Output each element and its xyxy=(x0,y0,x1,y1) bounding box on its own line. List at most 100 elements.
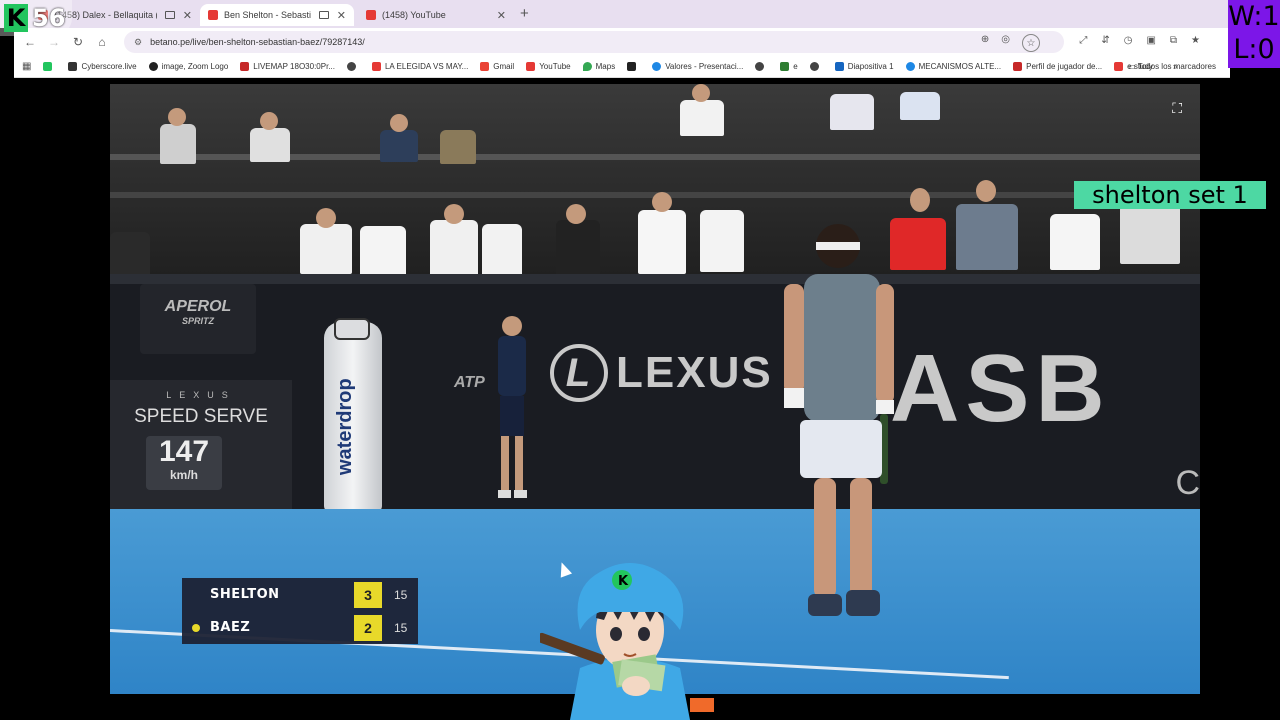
speed-label: SPEED SERVE xyxy=(134,406,268,427)
speed-readout: 147 km/h xyxy=(146,436,222,490)
spectator xyxy=(700,210,744,272)
bookmarks-bar: ▦ Cyberscore.live image, Zoom Logo LIVEM… xyxy=(14,56,1230,78)
sponsor-mark: C xyxy=(1175,464,1200,502)
spectator xyxy=(956,204,1018,270)
games-score: 2 xyxy=(354,614,382,641)
spectator xyxy=(380,130,418,162)
spectator xyxy=(250,128,290,162)
spectator xyxy=(900,92,940,120)
extensions-puzzle-icon[interactable]: ⧉ xyxy=(1170,35,1177,46)
close-tab-icon[interactable]: ✕ xyxy=(337,9,346,22)
bookmark-item[interactable]: MECANISMOS ALTE... xyxy=(905,62,1001,71)
spectator xyxy=(556,220,600,276)
spectator-head xyxy=(976,180,996,202)
bookmark-item[interactable]: LIVEMAP 18O30:0Pr... xyxy=(240,62,335,71)
serve-indicator xyxy=(192,591,200,599)
bookmark-gmail[interactable]: Gmail xyxy=(480,62,514,71)
bookmark-item[interactable]: image, Zoom Logo xyxy=(148,62,228,71)
ball-kid xyxy=(498,316,527,498)
betano-icon xyxy=(208,10,218,20)
player-name: BAEZ xyxy=(210,620,251,635)
scoreboard-row-shelton: SHELTON 3 15 xyxy=(182,578,418,611)
spectator-head xyxy=(910,188,930,212)
spectator xyxy=(638,210,686,274)
scoreboard: SHELTON 3 15 BAEZ 2 15 xyxy=(182,578,418,644)
bookmark-item[interactable] xyxy=(755,62,768,71)
tracking-off-icon[interactable]: ◎ xyxy=(1001,34,1010,52)
close-tab-icon[interactable]: ✕ xyxy=(183,9,192,22)
media-icon[interactable] xyxy=(164,11,175,19)
extension-icon[interactable]: ▣ xyxy=(1146,35,1155,46)
picture-in-picture-icon[interactable]: ⛶ xyxy=(1172,100,1182,117)
spectator-head xyxy=(444,204,464,224)
streamer-mascot: K xyxy=(540,563,714,720)
wins-count: W:1 xyxy=(1228,1,1280,32)
spectator xyxy=(430,220,478,276)
extension-icon[interactable]: ⤢ xyxy=(1079,35,1087,46)
bookmark-item[interactable] xyxy=(809,62,823,71)
bookmark-extension[interactable] xyxy=(43,62,56,71)
tab-youtube[interactable]: (1458) YouTube ✕ xyxy=(358,4,514,26)
bookmark-item[interactable]: Diapositiva 1 xyxy=(834,62,894,71)
lexus-emblem: L xyxy=(550,344,608,402)
bookmark-item[interactable] xyxy=(627,62,640,71)
url-text: betano.pe/live/ben-shelton-sebastian-bae… xyxy=(150,37,365,47)
bottle-text: waterdrop xyxy=(334,378,356,476)
browser-toolbar: ← → ↻ ⌂ ⚙ betano.pe/live/ben-shelton-seb… xyxy=(14,28,1230,56)
apps-icon[interactable]: ▦ xyxy=(22,61,31,72)
forward-icon[interactable]: → xyxy=(42,35,66,49)
tab-title: (1458) YouTube xyxy=(382,10,446,20)
tab-strip: (1458) Dalex - Bellaquita (R ✕ Ben Shelt… xyxy=(0,0,1280,28)
zoom-icon[interactable]: ⊕ xyxy=(981,34,989,52)
reload-icon[interactable]: ↻ xyxy=(66,35,90,49)
tennis-player xyxy=(784,224,894,616)
tab-betano[interactable]: Ben Shelton - Sebastian Bae ✕ xyxy=(200,4,354,26)
points-score: 15 xyxy=(394,620,408,635)
home-icon[interactable]: ⌂ xyxy=(90,35,114,49)
back-icon[interactable]: ← xyxy=(18,35,42,49)
extension-icon[interactable]: ◷ xyxy=(1124,35,1133,46)
new-tab-button[interactable]: + xyxy=(520,5,529,22)
bet-label: shelton set 1 xyxy=(1074,181,1266,209)
bookmarks-icon[interactable]: ★ xyxy=(1191,35,1200,46)
media-icon[interactable] xyxy=(318,11,329,19)
spectator xyxy=(160,124,196,164)
bookmark-item[interactable]: Cyberscore.live xyxy=(68,62,137,71)
all-bookmarks-folder[interactable]: ▭ Todos los marcadores xyxy=(1128,62,1216,71)
bookmark-item[interactable]: Valores - Presentaci... xyxy=(652,62,743,71)
scoreboard-row-baez: BAEZ 2 15 xyxy=(182,611,418,644)
atp-logo: ATP xyxy=(454,374,485,391)
bookmark-item[interactable]: Perfil de jugador de... xyxy=(1013,62,1102,71)
bookmark-item[interactable]: e xyxy=(780,62,798,71)
spectator xyxy=(830,94,874,130)
site-info-icon[interactable]: ⚙ xyxy=(134,37,142,48)
speed-serve-board: LEXUS SPEED SERVE 147 km/h xyxy=(110,380,292,514)
bookmark-youtube[interactable]: YouTube xyxy=(526,62,571,71)
extension-icon[interactable]: ⇵ xyxy=(1101,35,1109,46)
games-score: 3 xyxy=(354,581,382,608)
kick-counter-badge: K 56 xyxy=(0,0,72,36)
waterdrop-bottle: waterdrop xyxy=(324,318,382,512)
losses-count: L:0 xyxy=(1233,34,1275,65)
spectator-head xyxy=(566,204,586,224)
crowd-stands xyxy=(110,84,1200,284)
bottle-cap xyxy=(334,318,370,340)
serve-indicator xyxy=(192,623,200,632)
bookmark-item[interactable]: LA ELEGIDA VS MAY... xyxy=(371,62,468,71)
lexus-logo: L LEXUS xyxy=(550,344,773,402)
spectator-head xyxy=(316,208,336,228)
kick-logo-icon: K xyxy=(4,4,28,32)
spectator xyxy=(300,224,352,274)
points-score: 15 xyxy=(394,587,408,602)
spectator-head xyxy=(692,84,710,102)
spectator-head xyxy=(390,114,408,132)
spectator xyxy=(440,130,476,164)
bookmark-maps[interactable]: Maps xyxy=(582,62,615,71)
close-tab-icon[interactable]: ✕ xyxy=(497,9,506,22)
viewer-counter: 56 xyxy=(32,4,66,32)
bookmark-star-icon[interactable]: ☆ xyxy=(1022,34,1040,52)
bookmark-item[interactable] xyxy=(346,62,360,71)
address-bar[interactable]: ⚙ betano.pe/live/ben-shelton-sebastian-b… xyxy=(124,31,1064,53)
svg-text:K: K xyxy=(618,574,629,589)
spectator xyxy=(360,226,406,276)
